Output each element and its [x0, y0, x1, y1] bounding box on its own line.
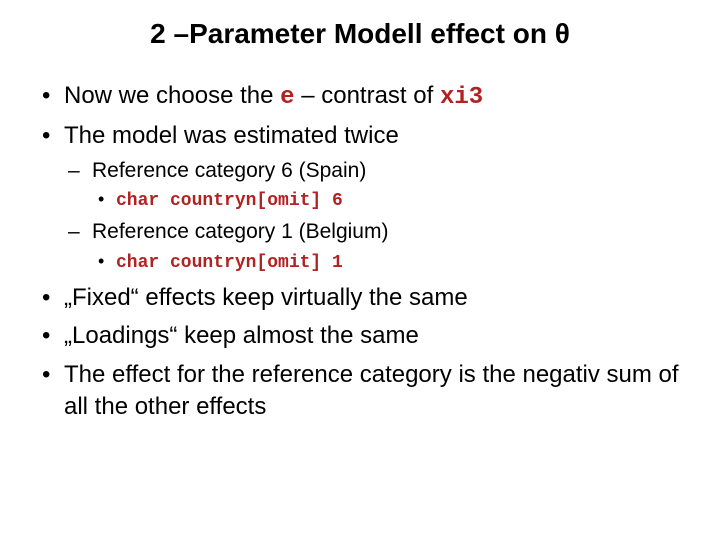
bullet-2-1: Reference category 6 (Spain) char countr… — [64, 157, 684, 215]
bullet-2-2-1-code: char countryn[omit] 1 — [116, 253, 343, 273]
bullet-4-text: „Loadings“ keep almost the same — [64, 322, 419, 349]
bullet-5-text: The effect for the reference category is… — [64, 361, 679, 420]
slide-title: 2 –Parameter Modell effect on θ — [36, 18, 684, 50]
bullet-2: The model was estimated twice Reference … — [36, 120, 684, 275]
bullet-2-2: Reference category 1 (Belgium) char coun… — [64, 218, 684, 276]
bullet-2-1-sublist: char countryn[omit] 6 — [92, 187, 684, 214]
bullet-1: Now we choose the e – contrast of xi3 — [36, 80, 684, 114]
bullet-5: The effect for the reference category is… — [36, 359, 684, 424]
bullet-2-1-1-code: char countryn[omit] 6 — [116, 191, 343, 211]
bullet-2-2-text: Reference category 1 (Belgium) — [92, 220, 388, 243]
bullet-1-mid: – contrast of — [295, 82, 440, 109]
bullet-list: Now we choose the e – contrast of xi3 Th… — [36, 80, 684, 423]
bullet-1-pre: Now we choose the — [64, 82, 280, 109]
bullet-1-code-xi3: xi3 — [440, 84, 483, 111]
slide: 2 –Parameter Modell effect on θ Now we c… — [0, 0, 720, 540]
bullet-2-text: The model was estimated twice — [64, 122, 399, 149]
bullet-3: „Fixed“ effects keep virtually the same — [36, 282, 684, 314]
bullet-2-1-1: char countryn[omit] 6 — [92, 187, 684, 214]
bullet-3-text: „Fixed“ effects keep virtually the same — [64, 284, 468, 311]
bullet-2-2-sublist: char countryn[omit] 1 — [92, 249, 684, 276]
bullet-2-sublist: Reference category 6 (Spain) char countr… — [64, 157, 684, 276]
bullet-1-code-e: e — [280, 84, 294, 111]
bullet-4: „Loadings“ keep almost the same — [36, 320, 684, 352]
bullet-2-2-1: char countryn[omit] 1 — [92, 249, 684, 276]
bullet-2-1-text: Reference category 6 (Spain) — [92, 159, 366, 182]
